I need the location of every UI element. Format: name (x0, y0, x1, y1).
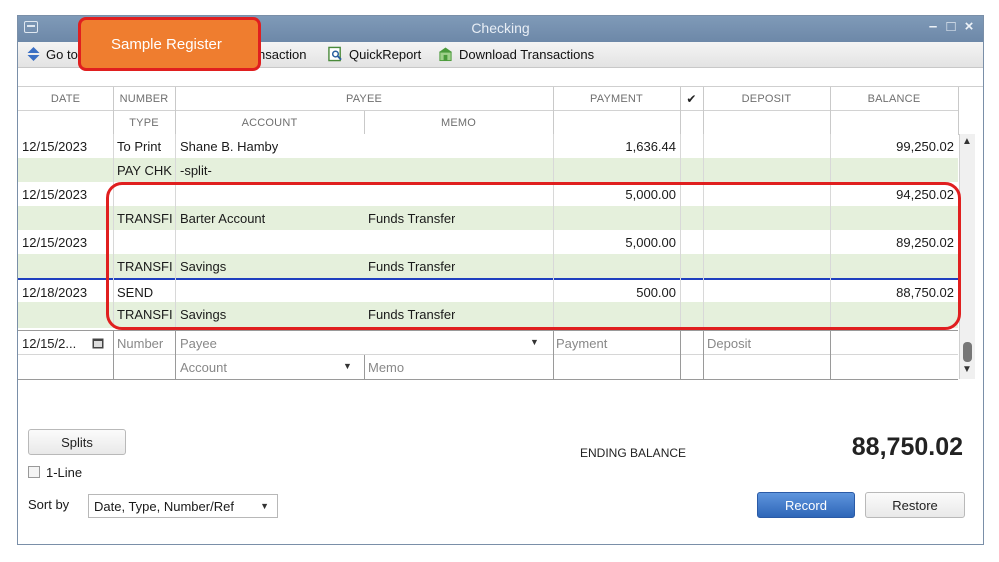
txn-balance: 88,750.02 (896, 285, 954, 300)
scroll-down-icon[interactable]: ▼ (962, 364, 972, 375)
entry-date-field[interactable]: 12/15/2... (22, 336, 76, 351)
register-scrollbar[interactable]: ▲ ▼ (959, 134, 975, 379)
col-header-number[interactable]: NUMBER (113, 93, 175, 105)
txn-number: To Print (117, 139, 162, 154)
payee-dropdown-icon[interactable]: ▼ (530, 337, 539, 347)
txn-account: Savings (180, 259, 227, 274)
transaction-row[interactable]: 12/15/2023 5,000.00 94,250.02 (18, 182, 958, 206)
sort-dropdown-icon: ▼ (260, 501, 269, 511)
transaction-detail-row[interactable]: TRANSFI Savings Funds Transfer (18, 302, 958, 328)
txn-date: 12/15/2023 (22, 235, 88, 250)
col-header-date[interactable]: DATE (18, 93, 113, 105)
txn-payment: 5,000.00 (625, 235, 676, 250)
txn-date: 12/15/2023 (22, 139, 88, 154)
txn-date: 12/18/2023 (22, 285, 88, 300)
account-dropdown-icon[interactable]: ▼ (343, 361, 352, 371)
col-header-payment[interactable]: PAYMENT (553, 93, 680, 105)
go-to-icon (27, 47, 40, 61)
txn-account: Savings (180, 307, 227, 322)
scroll-up-icon[interactable]: ▲ (962, 136, 972, 147)
one-line-label: 1-Line (46, 465, 83, 480)
entry-memo-field[interactable]: Memo (368, 360, 404, 375)
txn-type: TRANSFI (117, 211, 173, 226)
transaction-row[interactable]: 12/15/2023 To Print Shane B. Hamby 1,636… (18, 134, 958, 158)
maximize-icon[interactable]: □ (942, 18, 960, 35)
txn-memo: Funds Transfer (368, 211, 456, 226)
entry-deposit-field[interactable]: Deposit (707, 336, 751, 351)
txn-balance: 99,250.02 (896, 139, 954, 154)
ending-balance-value: 88,750.02 (851, 433, 963, 461)
txn-balance: 94,250.02 (896, 187, 954, 202)
quickreport-button[interactable]: QuickReport (349, 47, 421, 62)
sort-by-value: Date, Type, Number/Ref (94, 499, 234, 514)
txn-balance: 89,250.02 (896, 235, 954, 250)
txn-payment: 500.00 (636, 285, 676, 300)
entry-account-field[interactable]: Account (180, 360, 227, 375)
txn-account: -split- (180, 163, 212, 178)
col-header-account[interactable]: ACCOUNT (175, 117, 364, 129)
transaction-detail-row[interactable]: PAY CHK -split- (18, 158, 958, 182)
close-icon[interactable]: × (960, 18, 978, 35)
col-header-type[interactable]: TYPE (113, 117, 175, 129)
txn-type: TRANSFI (117, 259, 173, 274)
col-header-balance[interactable]: BALANCE (830, 93, 958, 105)
scrollbar-thumb[interactable] (963, 342, 972, 362)
txn-payment: 1,636.44 (625, 139, 676, 154)
transaction-button[interactable]: nsaction (258, 47, 306, 62)
transaction-row[interactable]: 12/15/2023 5,000.00 89,250.02 (18, 230, 958, 254)
col-header-memo[interactable]: MEMO (364, 117, 553, 129)
restore-button[interactable]: Restore (865, 492, 965, 518)
txn-type: PAY CHK (117, 163, 172, 178)
txn-payment: 5,000.00 (625, 187, 676, 202)
transaction-detail-row[interactable]: TRANSFI Barter Account Funds Transfer (18, 206, 958, 230)
txn-payee: Shane B. Hamby (180, 139, 279, 154)
txn-number: SEND (117, 285, 154, 300)
col-header-payee[interactable]: PAYEE (175, 93, 553, 105)
register-window: Checking – □ × Go to nsaction QuickRepor… (17, 15, 984, 545)
splits-button[interactable]: Splits (28, 429, 126, 455)
download-transactions-button[interactable]: Download Transactions (459, 47, 594, 62)
record-button[interactable]: Record (757, 492, 855, 518)
quickreport-icon (328, 46, 342, 62)
register-column-header: DATE NUMBER PAYEE PAYMENT ✔ DEPOSIT BALA… (18, 86, 983, 135)
entry-payment-field[interactable]: Payment (556, 336, 607, 351)
txn-account: Barter Account (180, 211, 266, 226)
txn-date: 12/15/2023 (22, 187, 88, 202)
txn-type: TRANSFI (117, 307, 173, 322)
go-to-button[interactable]: Go to (46, 47, 78, 62)
transaction-detail-row[interactable]: TRANSFI Savings Funds Transfer (18, 254, 958, 278)
entry-number-field[interactable]: Number (117, 336, 163, 351)
download-transactions-icon (438, 47, 453, 62)
transaction-row-selected[interactable]: 12/18/2023 SEND 500.00 88,750.02 (18, 278, 958, 302)
calendar-icon[interactable] (92, 337, 104, 349)
txn-memo: Funds Transfer (368, 307, 456, 322)
entry-payee-field[interactable]: Payee (180, 336, 217, 351)
one-line-checkbox[interactable] (28, 466, 40, 478)
sample-register-callout: Sample Register (78, 17, 261, 71)
minimize-icon[interactable]: – (924, 18, 942, 35)
sort-by-select[interactable]: Date, Type, Number/Ref ▼ (88, 494, 278, 518)
new-transaction-detail-row: Account ▼ Memo (18, 354, 958, 380)
new-transaction-row: 12/15/2... Number Payee ▼ Payment Deposi… (18, 330, 958, 354)
ending-balance-label: ENDING BALANCE (580, 446, 687, 460)
col-header-cleared-check[interactable]: ✔ (680, 92, 703, 106)
col-header-deposit[interactable]: DEPOSIT (703, 93, 830, 105)
txn-memo: Funds Transfer (368, 259, 456, 274)
sort-by-label: Sort by (28, 497, 70, 512)
